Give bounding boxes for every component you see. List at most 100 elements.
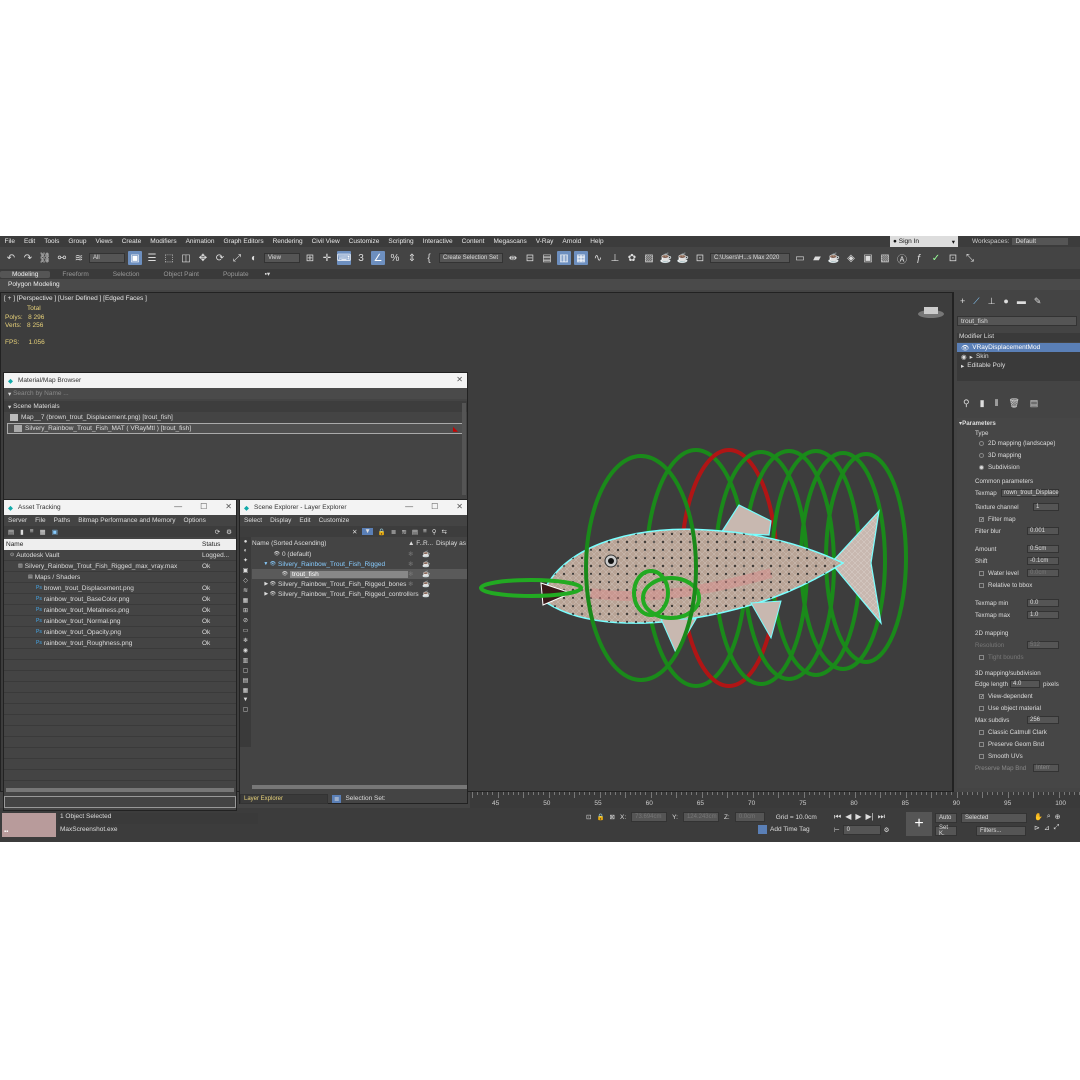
scene-menu-edit[interactable]: Edit	[299, 517, 310, 524]
shapes-filter-icon[interactable]: ◐	[244, 548, 248, 554]
xrefs-filter-icon[interactable]: ⊞	[243, 607, 248, 614]
asset-row[interactable]: Ps brown_trout_Displacement.png Ok	[4, 583, 236, 594]
y-coordinate-field[interactable]: 124.243cm	[682, 812, 719, 822]
filter-blur-spinner[interactable]: 0.001	[1027, 527, 1059, 535]
arnold-window-icon[interactable]: ⊡	[946, 251, 960, 265]
maximize-viewport-icon[interactable]: ⤢	[1054, 824, 1060, 832]
ribbon-options-icon[interactable]: ▪▾	[265, 270, 271, 278]
arnold-check-icon[interactable]: ✓	[929, 251, 943, 265]
sync-icon[interactable]: ⇆	[442, 528, 447, 536]
settings-icon[interactable]: ⚙	[226, 528, 232, 536]
add-time-tag-button[interactable]: Add Time Tag	[770, 826, 810, 833]
close-icon[interactable]: ✕	[456, 502, 463, 511]
renderable-icon[interactable]: ☕	[422, 560, 436, 568]
preserve-geom-bnd-checkbox[interactable]: Preserve Geom Bnd	[957, 739, 1080, 749]
keyboard-shortcut-icon[interactable]: ⌨	[337, 251, 351, 265]
asset-path-field[interactable]	[4, 796, 236, 808]
asset-row[interactable]: ▧ Silvery_Rainbow_Trout_Fish_Rigged_max_v…	[4, 561, 236, 572]
lock-icon[interactable]: 🔒	[378, 528, 386, 536]
geometry-filter-icon[interactable]: ●	[244, 539, 248, 545]
refresh-icon[interactable]: ⟳	[215, 528, 220, 536]
find-icon[interactable]: ⚲	[432, 528, 437, 536]
vray-render-icon[interactable]: ☕	[827, 251, 841, 265]
window-crossing-icon[interactable]: ◫	[179, 251, 193, 265]
pin-stack-icon[interactable]: ⚲	[963, 398, 970, 411]
material-row[interactable]: Silvery_Rainbow_Trout_Fish_MAT ( VRayMtl…	[7, 423, 465, 434]
filter-icon[interactable]: ▼	[362, 528, 373, 535]
helpers-filter-icon[interactable]: ◇	[243, 577, 248, 584]
selection-filter-select[interactable]: All	[89, 253, 125, 263]
pivot-icon[interactable]: ⊞	[303, 251, 317, 265]
menu-graph-editors[interactable]: Graph Editors	[219, 238, 268, 245]
go-to-end-icon[interactable]: ⏭	[878, 812, 885, 822]
schematic-view-icon[interactable]: ⊥	[608, 251, 622, 265]
menu-civil-view[interactable]: Civil View	[307, 238, 344, 245]
parameters-title[interactable]: Parameters	[962, 420, 996, 427]
clear-icon[interactable]: ✕	[352, 528, 357, 536]
percent-snap-icon[interactable]: %	[388, 251, 402, 265]
fov-icon[interactable]: ⊿	[1044, 824, 1050, 832]
trout-fish-rig-model[interactable]	[471, 443, 911, 743]
key-filter-select[interactable]: Selected	[961, 813, 1027, 823]
mirror-icon[interactable]: ⇹	[506, 251, 520, 265]
time-config-icon[interactable]: ⚙	[884, 826, 890, 834]
renderable-icon[interactable]: ☕	[422, 580, 436, 588]
asset-menu-options[interactable]: Options	[183, 517, 205, 524]
edit-named-sel-icon[interactable]: {	[422, 251, 436, 265]
spinner-snap-icon[interactable]: ⇕	[405, 251, 419, 265]
menu-views[interactable]: Views	[91, 238, 117, 245]
key-filters-button[interactable]: Filters...	[976, 826, 1026, 836]
asset-row[interactable]: ▤ Maps / Shaders	[4, 572, 236, 583]
filter-combo-icon[interactable]: ▼	[243, 697, 249, 703]
menu-modifiers[interactable]: Modifiers	[146, 238, 181, 245]
hidden-filter-icon[interactable]: ◉	[243, 647, 248, 654]
scale-icon[interactable]: ⤢	[230, 251, 244, 265]
bones-filter-icon[interactable]: ⊘	[243, 617, 248, 624]
configure-sets-icon[interactable]: ▤	[1030, 398, 1039, 411]
window-title-bar[interactable]: ◆ Scene Explorer - Layer Explorer — ☐ ✕	[240, 500, 467, 515]
lock-icon[interactable]: 🔒	[596, 813, 604, 821]
menu-rendering[interactable]: Rendering	[268, 238, 307, 245]
motion-tab-icon[interactable]: ●	[1003, 296, 1008, 308]
status-column-header[interactable]: Status	[202, 541, 220, 548]
window-title-bar[interactable]: ◆ Material/Map Browser ✕	[4, 373, 467, 388]
display-tab-icon[interactable]: ▬	[1017, 296, 1026, 308]
find-case-icon[interactable]: ▦	[243, 687, 249, 694]
explorer-type-select[interactable]: Layer Explorer	[240, 793, 328, 804]
visibility-eye-icon[interactable]: 👁	[252, 571, 290, 577]
remove-modifier-icon[interactable]: 🗑	[1008, 398, 1019, 411]
selection-set-select[interactable]: Create Selection Set	[439, 253, 503, 263]
visibility-eye-icon[interactable]: ▶ 👁	[252, 581, 278, 587]
asset-menu-server[interactable]: Server	[8, 517, 27, 524]
scene-tree-row[interactable]: ▶ 👁 Silvery_Rainbow_Trout_Fish_Rigged_bon…	[252, 579, 467, 589]
current-frame-spinner[interactable]: 0	[842, 825, 881, 835]
play-icon[interactable]: ▶	[855, 812, 861, 822]
close-icon[interactable]: ✕	[225, 502, 232, 511]
modifier-stack-item[interactable]: ▸ Editable Poly	[957, 361, 1080, 370]
utilities-tab-icon[interactable]: ✎	[1034, 296, 1042, 308]
horizontal-scrollbar[interactable]	[252, 785, 467, 789]
vray-icon[interactable]: ▰	[810, 251, 824, 265]
set-key-icon[interactable]: +	[906, 812, 932, 836]
checkout-icon[interactable]: ▮	[20, 528, 24, 536]
viewcube-icon[interactable]	[916, 303, 946, 321]
expand-icon[interactable]: ▸	[970, 353, 973, 361]
asset-row[interactable]: Ps rainbow_trout_Opacity.png Ok	[4, 627, 236, 638]
spacewarps-filter-icon[interactable]: ≋	[243, 587, 248, 594]
render-frame-icon[interactable]: ☕	[659, 251, 673, 265]
undo-icon[interactable]: ↶	[4, 251, 18, 265]
timeline-ruler[interactable]: 45 50 55 60 65 70 75 80 85 90 95 100	[470, 792, 1080, 808]
asset-row[interactable]: Ps rainbow_trout_BaseColor.png Ok	[4, 594, 236, 605]
max-subdivs-spinner[interactable]: 256	[1027, 716, 1059, 724]
close-icon[interactable]: ✕	[456, 375, 463, 384]
key-mode-icon[interactable]: ⊢	[834, 826, 840, 834]
next-frame-icon[interactable]: ▶|	[866, 812, 874, 822]
viewport-label[interactable]: [ + ] [Perspective ] [User Defined ] [Ed…	[4, 295, 147, 302]
redo-icon[interactable]: ↷	[21, 251, 35, 265]
type-2d-radio[interactable]: 2D mapping (landscape)	[957, 438, 1080, 448]
name-column-header[interactable]: Name	[4, 541, 202, 548]
project-folder-icon[interactable]: ▭	[793, 251, 807, 265]
texmap-min-spinner[interactable]: 0.0	[1027, 599, 1059, 607]
freeze-icon[interactable]: ❄	[408, 570, 422, 578]
asset-row[interactable]: ⊙ Autodesk Vault Logged...	[4, 550, 236, 561]
